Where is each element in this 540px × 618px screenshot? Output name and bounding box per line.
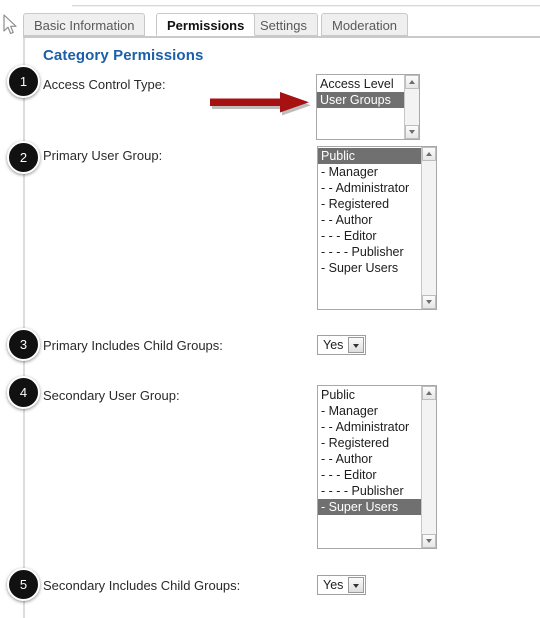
listbox-option[interactable]: - - - - Publisher xyxy=(318,483,421,499)
listbox-option[interactable]: - Super Users xyxy=(318,260,421,276)
tab-strip: Basic Information Permissions Settings M… xyxy=(23,13,540,38)
label-primary-includes-child-groups: Primary Includes Child Groups: xyxy=(43,338,223,353)
scrollbar-vertical[interactable] xyxy=(421,147,436,309)
listbox-option[interactable]: - Manager xyxy=(318,403,421,419)
listbox-option[interactable]: - Manager xyxy=(318,164,421,180)
primary-user-group-listbox[interactable]: Public - Manager - - Administrator - Reg… xyxy=(317,146,437,310)
listbox-option[interactable]: - - - Editor xyxy=(318,467,421,483)
scroll-up-button[interactable] xyxy=(422,386,436,400)
access-control-type-listbox[interactable]: Access Level User Groups xyxy=(316,74,420,140)
listbox-option[interactable]: - Registered xyxy=(318,196,421,212)
listbox-option[interactable]: - - - - Publisher xyxy=(318,244,421,260)
scroll-up-button[interactable] xyxy=(422,147,436,161)
label-secondary-includes-child-groups: Secondary Includes Child Groups: xyxy=(43,578,241,593)
tab-settings[interactable]: Settings xyxy=(249,13,318,36)
tab-basic-information[interactable]: Basic Information xyxy=(23,13,146,36)
listbox-option[interactable]: - Super Users xyxy=(318,499,421,515)
listbox-option[interactable]: Public xyxy=(318,148,421,164)
tab-permissions[interactable]: Permissions xyxy=(156,13,256,36)
step-badge-1: 1 xyxy=(7,65,40,98)
secondary-includes-child-groups-value: Yes xyxy=(323,578,344,592)
listbox-option[interactable]: - - Author xyxy=(318,212,421,228)
primary-includes-child-groups-select[interactable]: Yes xyxy=(317,335,366,355)
chevron-down-icon[interactable] xyxy=(348,577,364,593)
listbox-option[interactable]: User Groups xyxy=(317,92,404,108)
secondary-user-group-options: Public - Manager - - Administrator - Reg… xyxy=(318,386,421,548)
chevron-down-icon[interactable] xyxy=(348,337,364,353)
tab-moderation[interactable]: Moderation xyxy=(321,13,409,36)
annotation-arrow-icon xyxy=(210,92,311,116)
listbox-option[interactable]: - - Administrator xyxy=(318,180,421,196)
secondary-user-group-listbox[interactable]: Public - Manager - - Administrator - Reg… xyxy=(317,385,437,549)
access-control-type-options: Access Level User Groups xyxy=(317,75,404,139)
step-badge-2: 2 xyxy=(7,141,40,174)
step-badge-5: 5 xyxy=(7,568,40,601)
listbox-option[interactable]: - Registered xyxy=(318,435,421,451)
listbox-option[interactable]: - - Author xyxy=(318,451,421,467)
label-access-control-type: Access Control Type: xyxy=(43,77,166,92)
scroll-down-button[interactable] xyxy=(405,125,419,139)
primary-includes-child-groups-value: Yes xyxy=(323,338,344,352)
top-divider-shadow xyxy=(72,6,540,7)
scroll-up-button[interactable] xyxy=(405,75,419,89)
step-badge-4: 4 xyxy=(7,376,40,409)
listbox-option[interactable]: - - - Editor xyxy=(318,228,421,244)
secondary-includes-child-groups-select[interactable]: Yes xyxy=(317,575,366,595)
scroll-down-button[interactable] xyxy=(422,534,436,548)
scroll-down-button[interactable] xyxy=(422,295,436,309)
listbox-option[interactable]: Public xyxy=(318,387,421,403)
label-secondary-user-group: Secondary User Group: xyxy=(43,388,180,403)
scrollbar-vertical[interactable] xyxy=(404,75,419,139)
listbox-option[interactable]: Access Level xyxy=(317,76,404,92)
label-primary-user-group: Primary User Group: xyxy=(43,148,163,163)
listbox-option[interactable]: - - Administrator xyxy=(318,419,421,435)
step-badge-3: 3 xyxy=(7,328,40,361)
primary-user-group-options: Public - Manager - - Administrator - Reg… xyxy=(318,147,421,309)
permissions-panel xyxy=(23,38,540,618)
mouse-cursor-icon xyxy=(3,14,17,35)
scrollbar-vertical[interactable] xyxy=(421,386,436,548)
page-title: Category Permissions xyxy=(43,47,204,64)
